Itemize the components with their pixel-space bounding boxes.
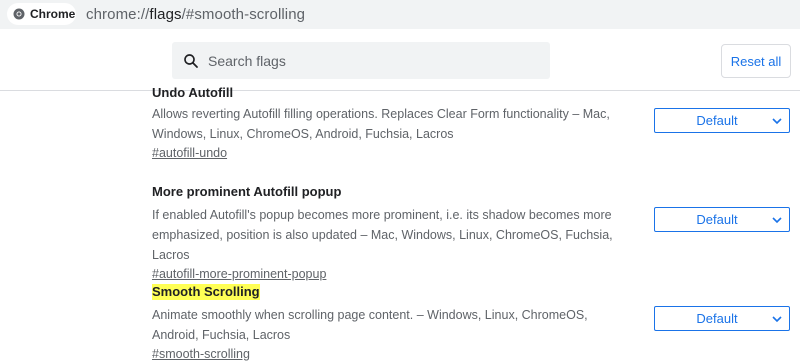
select-value: Default bbox=[696, 311, 738, 326]
site-info-chip[interactable]: Chrome bbox=[7, 3, 76, 25]
select-value: Default bbox=[696, 212, 738, 227]
chevron-down-icon bbox=[772, 316, 782, 323]
chrome-logo-icon bbox=[13, 8, 25, 20]
url-path: /#smooth-scrolling bbox=[181, 6, 306, 23]
url-scheme: chrome:// bbox=[86, 6, 150, 23]
experiment-description: Animate smoothly when scrolling page con… bbox=[152, 308, 588, 342]
experiment-select-smooth-scrolling[interactable]: Default bbox=[654, 306, 790, 331]
experiment-select-autofill-undo[interactable]: Default bbox=[654, 108, 790, 133]
url-host: flags bbox=[149, 6, 182, 23]
select-value: Default bbox=[696, 113, 738, 128]
experiment-link[interactable]: #autofill-more-prominent-popup bbox=[152, 265, 326, 283]
chevron-down-icon bbox=[772, 118, 782, 125]
reset-all-button[interactable]: Reset all bbox=[721, 44, 791, 78]
address-bar[interactable]: Chrome chrome://flags/#smooth-scrolling bbox=[0, 0, 800, 29]
url-text[interactable]: chrome://flags/#smooth-scrolling bbox=[86, 6, 305, 23]
experiment-description: Allows reverting Autofill filling operat… bbox=[152, 107, 610, 141]
experiment-title: Undo Autofill bbox=[152, 85, 234, 100]
search-icon bbox=[184, 53, 198, 68]
chevron-down-icon bbox=[772, 217, 782, 224]
experiment-title: Smooth Scrolling bbox=[152, 284, 260, 300]
experiment-link[interactable]: #smooth-scrolling bbox=[152, 345, 250, 363]
search-input[interactable] bbox=[206, 51, 530, 70]
chip-label: Chrome bbox=[30, 7, 76, 21]
experiment-description: If enabled Autofill's popup becomes more… bbox=[152, 208, 613, 262]
experiment-select-autofill-more-prominent-popup[interactable]: Default bbox=[654, 207, 790, 232]
experiment-link[interactable]: #autofill-undo bbox=[152, 144, 227, 162]
search-box[interactable] bbox=[172, 42, 550, 79]
experiment-title: More prominent Autofill popup bbox=[152, 184, 342, 199]
experiment-autofill-more-prominent-popup: More prominent Autofill popup If enabled… bbox=[152, 183, 792, 283]
